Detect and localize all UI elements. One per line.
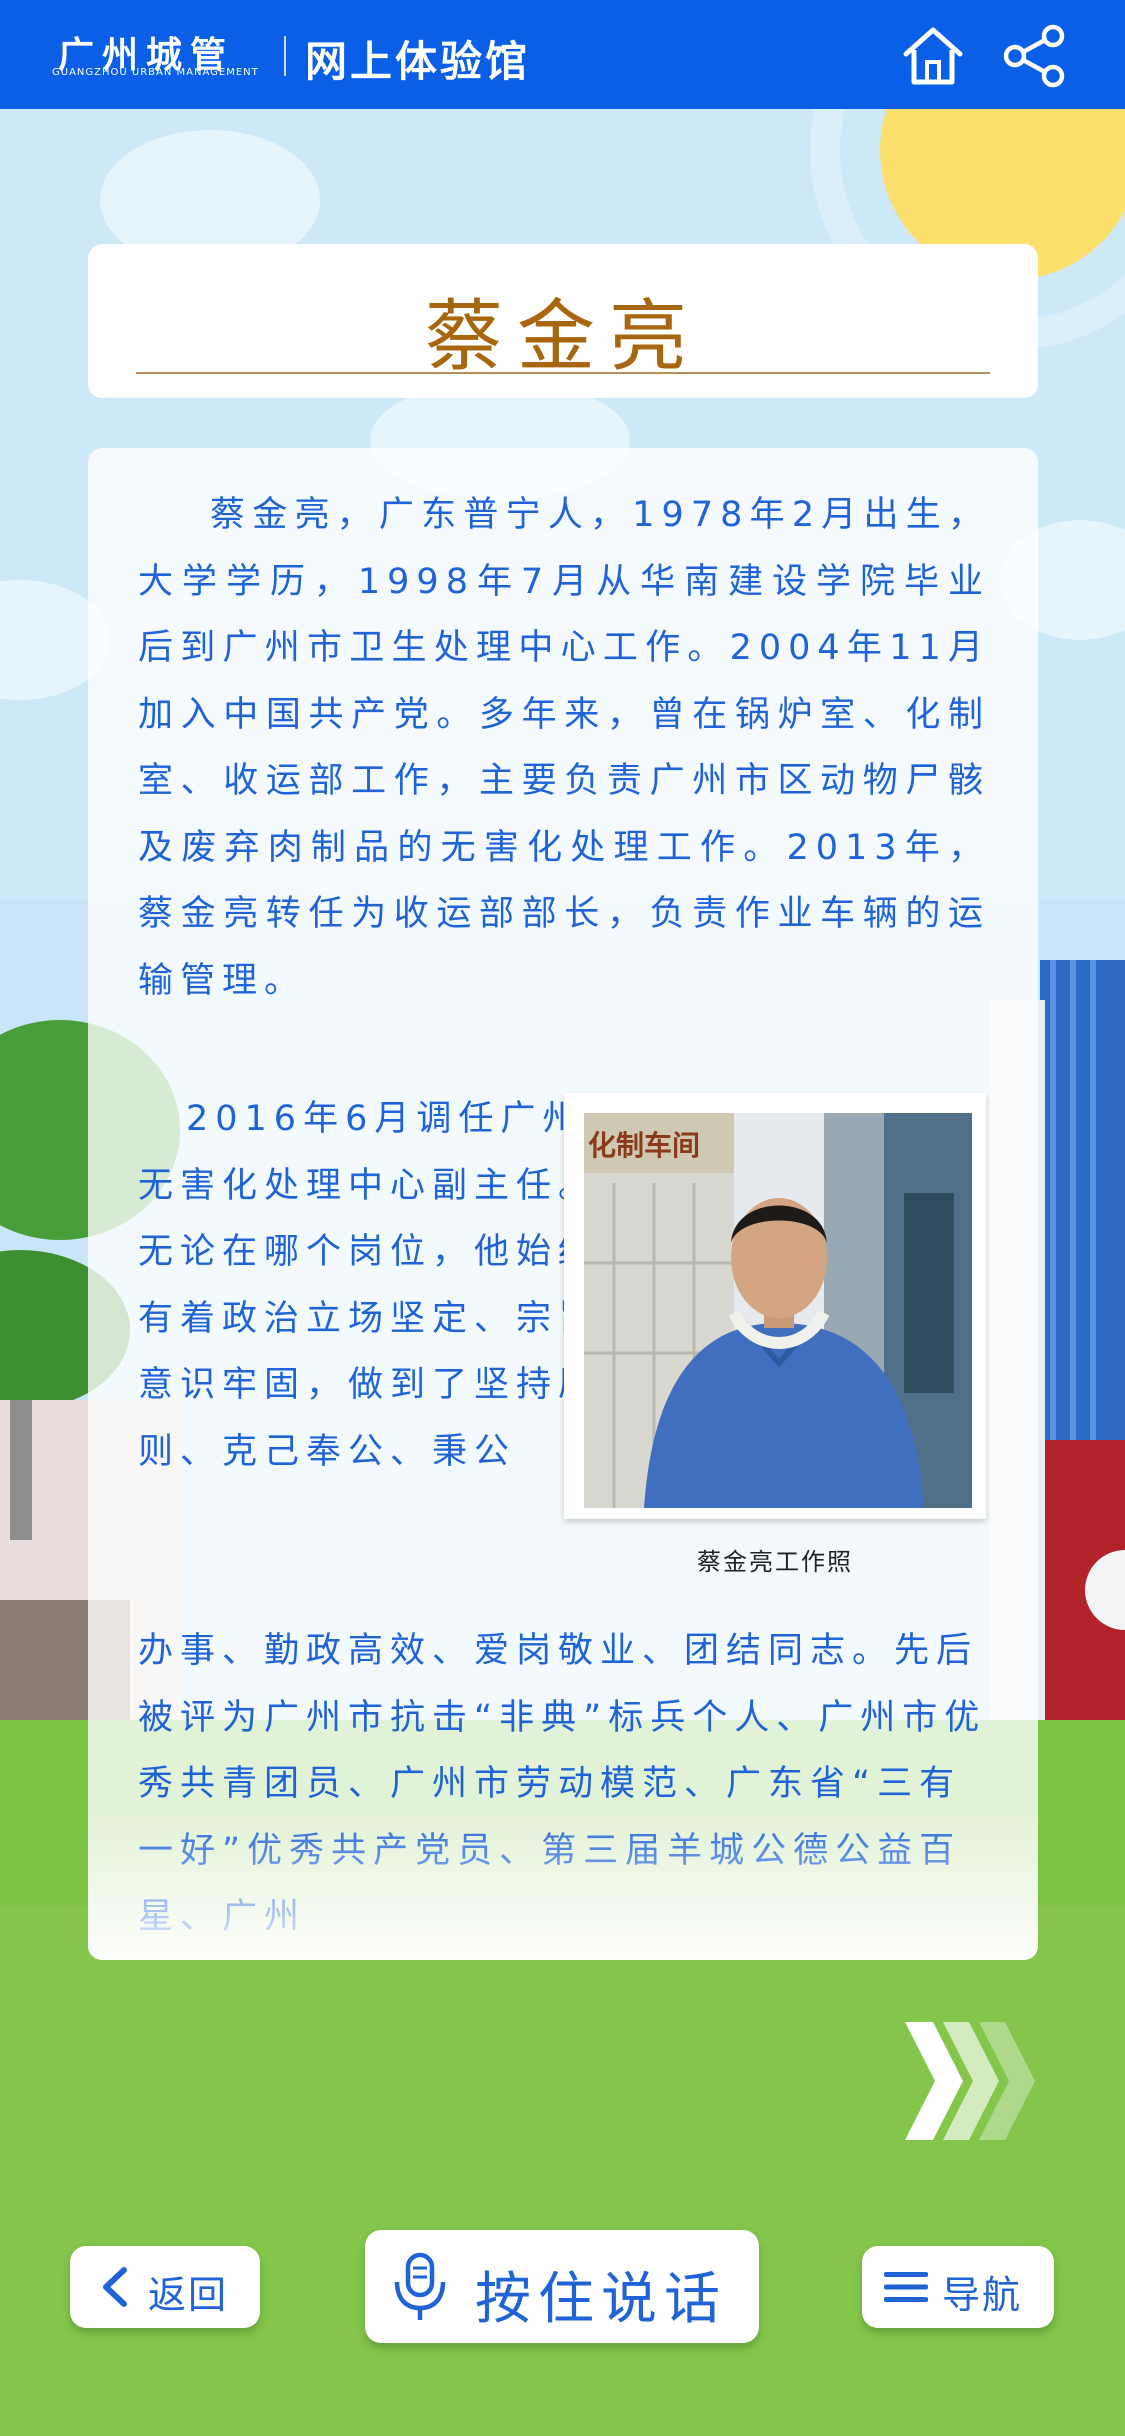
person-name-title: 蔡金亮 bbox=[424, 292, 701, 382]
navigation-button[interactable]: 导航 bbox=[862, 2246, 1054, 2328]
biography-paragraph-1: 蔡金亮，广东普宁人，1978年2月出生，大学学历，1998年7月从华南建设学院毕… bbox=[138, 495, 990, 1001]
menu-icon bbox=[884, 2272, 928, 2302]
biography-card[interactable]: 蔡金亮，广东普宁人，1978年2月出生，大学学历，1998年7月从华南建设学院毕… bbox=[88, 448, 1038, 1960]
work-photo-frame: 化制车间 bbox=[564, 1093, 986, 1519]
logo-subtitle: GUANGZHOU URBAN MANAGEMENT bbox=[52, 67, 259, 78]
top-header: 广州城管 GUANGZHOU URBAN MANAGEMENT 网上体验馆 bbox=[0, 0, 1125, 109]
hold-to-talk-button[interactable]: 按住说话 bbox=[365, 2230, 759, 2343]
navigation-label: 导航 bbox=[942, 2273, 1023, 2317]
share-icon bbox=[1003, 24, 1065, 88]
header-divider bbox=[284, 36, 286, 76]
title-card: 蔡金亮 bbox=[88, 244, 1038, 398]
scroll-fade-overlay bbox=[88, 1810, 1038, 1960]
photo-caption: 蔡金亮工作照 bbox=[697, 1548, 853, 1576]
next-page-button[interactable] bbox=[905, 2022, 1037, 2140]
photo-sign-text: 化制车间 bbox=[588, 1129, 700, 1162]
back-button[interactable]: 返回 bbox=[70, 2246, 260, 2328]
app-title: 网上体验馆 bbox=[305, 37, 531, 86]
microphone-icon bbox=[394, 2252, 446, 2320]
chevron-right-icon bbox=[905, 2022, 1035, 2140]
work-photo: 化制车间 bbox=[584, 1113, 972, 1508]
home-icon bbox=[903, 27, 963, 85]
title-underline bbox=[136, 372, 990, 374]
hold-to-talk-label: 按住说话 bbox=[475, 2267, 727, 2332]
back-button-label: 返回 bbox=[148, 2273, 229, 2317]
share-button[interactable] bbox=[1000, 22, 1070, 88]
home-button[interactable] bbox=[898, 22, 968, 88]
biography-paragraph-2-start: 2016年6月调任广州市无害化处理中心副主任。无论在哪个岗位，他始终有着政治立场… bbox=[138, 1099, 627, 1472]
chevron-left-icon bbox=[103, 2267, 127, 2307]
